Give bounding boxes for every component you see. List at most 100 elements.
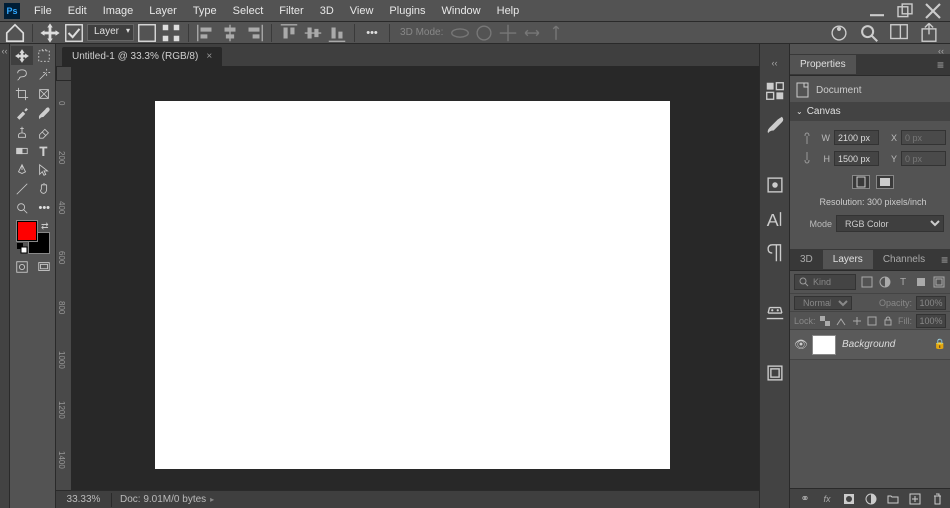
window-minimize-icon[interactable] — [870, 4, 884, 18]
mode-select[interactable]: RGB Color — [836, 215, 944, 232]
show-transform-icon[interactable] — [160, 22, 182, 44]
align-left-icon[interactable] — [195, 22, 217, 44]
3d-roll-icon[interactable] — [473, 22, 495, 44]
tab-channels[interactable]: Channels — [873, 250, 935, 269]
tools-collapse-icon[interactable]: ‹‹ — [0, 44, 10, 508]
move-tool-icon[interactable] — [39, 22, 61, 44]
blend-mode-select[interactable]: Normal — [794, 296, 852, 310]
gradient-tool[interactable] — [11, 141, 33, 160]
path-select-tool[interactable] — [34, 160, 56, 179]
lock-icon[interactable]: 🔒 — [934, 339, 946, 350]
character-panel-icon[interactable]: A — [764, 208, 786, 230]
filter-smart-icon[interactable] — [932, 275, 946, 289]
menu-image[interactable]: Image — [95, 2, 142, 20]
menu-view[interactable]: View — [342, 2, 382, 20]
share-icon[interactable] — [918, 22, 940, 44]
menu-filter[interactable]: Filter — [271, 2, 311, 20]
align-vcenter-icon[interactable] — [302, 22, 324, 44]
crop-tool[interactable] — [11, 84, 33, 103]
menu-layer[interactable]: Layer — [141, 2, 185, 20]
document-tab[interactable]: Untitled-1 @ 33.3% (RGB/8) × — [62, 47, 222, 66]
menu-type[interactable]: Type — [185, 2, 225, 20]
libraries-panel-icon[interactable] — [764, 302, 786, 324]
lock-artboard-icon[interactable] — [867, 314, 879, 328]
auto-select-check[interactable] — [63, 22, 85, 44]
pen-tool[interactable] — [11, 160, 33, 179]
tab-3d[interactable]: 3D — [790, 250, 823, 269]
properties-menu-icon[interactable]: ≡ — [931, 58, 950, 72]
link-dimensions-icon[interactable] — [802, 132, 812, 164]
orient-portrait-icon[interactable] — [852, 175, 870, 189]
menu-edit[interactable]: Edit — [60, 2, 95, 20]
align-right-icon[interactable] — [243, 22, 265, 44]
tab-close-icon[interactable]: × — [206, 51, 212, 62]
workspace-icon[interactable] — [888, 22, 910, 44]
menu-3d[interactable]: 3D — [312, 2, 342, 20]
status-caret-icon[interactable]: ▸ — [210, 495, 214, 504]
canvas-caret-icon[interactable]: ⌄ — [796, 107, 803, 116]
tab-properties[interactable]: Properties — [790, 55, 856, 74]
magic-wand-tool[interactable] — [34, 65, 56, 84]
frame-tool[interactable] — [34, 84, 56, 103]
screen-mode-icon[interactable] — [34, 257, 56, 276]
orient-landscape-icon[interactable] — [876, 175, 894, 189]
menu-plugins[interactable]: Plugins — [381, 2, 433, 20]
link-layers-icon[interactable]: ⚭ — [798, 492, 812, 506]
move-tool[interactable] — [11, 46, 33, 65]
status-zoom[interactable]: 33.33% — [56, 494, 111, 505]
search-icon[interactable] — [858, 22, 880, 44]
adjustments-panel-icon[interactable] — [764, 174, 786, 196]
foreground-swatch[interactable] — [17, 221, 37, 241]
layer-row-background[interactable]: 👁 Background 🔒 — [790, 330, 950, 360]
filter-type-icon[interactable]: T — [896, 275, 910, 289]
clone-stamp-tool[interactable] — [11, 122, 33, 141]
artboard-tool[interactable] — [34, 46, 56, 65]
menu-help[interactable]: Help — [489, 2, 528, 20]
eyedropper-tool[interactable] — [11, 103, 33, 122]
canvas-area[interactable] — [72, 81, 759, 490]
window-restore-icon[interactable] — [898, 4, 912, 18]
history-panel-icon[interactable] — [764, 362, 786, 384]
color-panel-icon[interactable] — [764, 80, 786, 102]
eraser-tool[interactable] — [34, 122, 56, 141]
3d-zoom-icon[interactable] — [545, 22, 567, 44]
brush-tool[interactable] — [34, 103, 56, 122]
3d-slide-icon[interactable] — [521, 22, 543, 44]
default-colors-icon[interactable] — [17, 243, 27, 253]
home-icon[interactable] — [4, 22, 26, 44]
fx-icon[interactable]: fx — [820, 492, 834, 506]
layer-name[interactable]: Background — [842, 339, 928, 350]
more-align-icon[interactable]: ••• — [361, 22, 383, 44]
layers-menu-icon[interactable]: ≡ — [935, 253, 950, 267]
menu-file[interactable]: File — [26, 2, 60, 20]
width-input[interactable] — [834, 130, 879, 145]
adjustment-icon[interactable] — [864, 492, 878, 506]
status-doc-size[interactable]: Doc: 9.01M/0 bytes — [112, 494, 206, 505]
lock-position-icon[interactable] — [851, 314, 863, 328]
3d-pan-icon[interactable] — [497, 22, 519, 44]
3d-orbit-icon[interactable] — [449, 22, 471, 44]
zoom-tool[interactable] — [11, 198, 33, 217]
filter-shape-icon[interactable] — [914, 275, 928, 289]
opacity-input[interactable] — [916, 296, 946, 310]
align-bottom-icon[interactable] — [326, 22, 348, 44]
swap-colors-icon[interactable]: ⇄ — [41, 221, 49, 232]
strip-expand-icon[interactable]: ‹‹ — [760, 58, 789, 68]
auto-select-dropdown[interactable]: Layer — [87, 24, 134, 41]
transform-controls-check[interactable] — [136, 22, 158, 44]
hand-tool[interactable] — [34, 179, 56, 198]
cloud-docs-icon[interactable] — [828, 22, 850, 44]
lock-transparent-icon[interactable] — [820, 314, 832, 328]
edit-toolbar-icon[interactable]: ••• — [34, 198, 56, 217]
align-hcenter-icon[interactable] — [219, 22, 241, 44]
lock-all-icon[interactable] — [882, 314, 894, 328]
fill-input[interactable] — [916, 314, 946, 328]
group-icon[interactable] — [886, 492, 900, 506]
height-input[interactable] — [834, 151, 879, 166]
quick-mask-icon[interactable] — [11, 257, 33, 276]
menu-select[interactable]: Select — [225, 2, 272, 20]
artboard[interactable] — [155, 101, 670, 469]
filter-adjust-icon[interactable] — [878, 275, 892, 289]
mask-icon[interactable] — [842, 492, 856, 506]
delete-layer-icon[interactable] — [930, 492, 944, 506]
